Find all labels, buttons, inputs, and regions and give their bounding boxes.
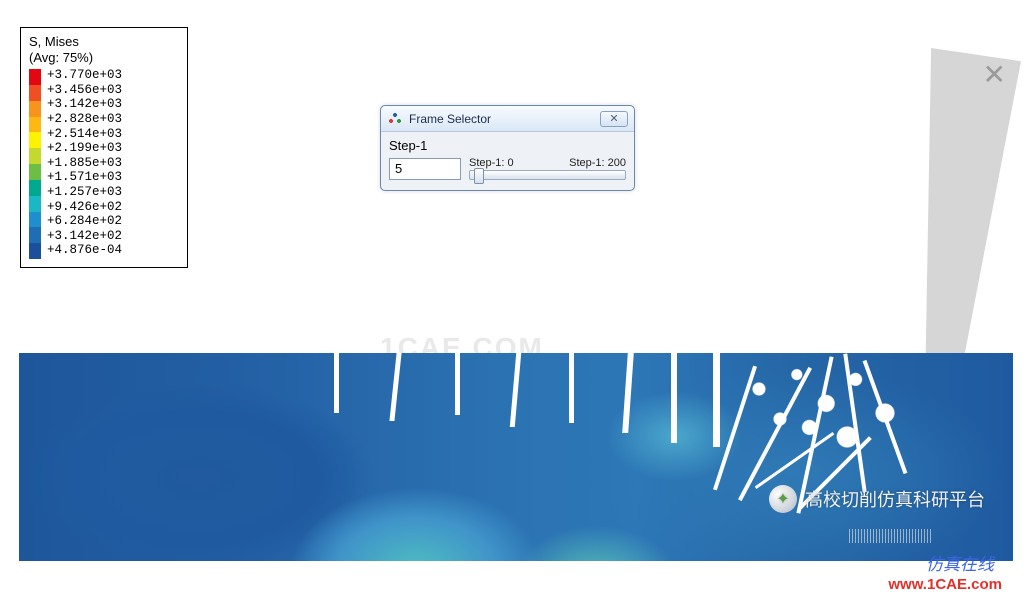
watermark-brand1: 仿真在线 bbox=[926, 550, 994, 575]
legend-box: S, Mises (Avg: 75%) +3.770e+03+3.456e+03… bbox=[20, 27, 188, 268]
frame-selector-title: Frame Selector bbox=[409, 112, 600, 126]
mesh-ticks bbox=[849, 529, 931, 543]
frame-number-input[interactable] bbox=[389, 158, 461, 180]
legend-value: +2.199e+03 bbox=[47, 142, 122, 157]
colorbar-segment bbox=[29, 164, 41, 180]
colorbar-segment bbox=[29, 132, 41, 148]
legend-value: +3.142e+02 bbox=[47, 230, 122, 245]
colorbar-segment bbox=[29, 212, 41, 228]
legend-value: +4.876e-04 bbox=[47, 244, 122, 259]
close-icon[interactable]: ✕ bbox=[600, 111, 628, 127]
tool-corner-mark: ✕ bbox=[983, 58, 1006, 91]
legend-value: +9.426e+02 bbox=[47, 201, 122, 216]
step-name-label: Step-1 bbox=[389, 138, 626, 153]
frame-selector-body: Step-1 Step-1: 0 Step-1: 200 bbox=[381, 132, 634, 190]
colorbar-segment bbox=[29, 243, 41, 259]
slider-end-label: Step-1: 200 bbox=[569, 157, 626, 169]
legend-value: +2.828e+03 bbox=[47, 113, 122, 128]
colorbar-segment bbox=[29, 148, 41, 164]
colorbar-segment bbox=[29, 180, 41, 196]
frame-slider-wrap: Step-1: 0 Step-1: 200 bbox=[469, 157, 626, 180]
legend-value: +6.284e+02 bbox=[47, 215, 122, 230]
watermark-brand2: www.1CAE.com bbox=[888, 576, 1002, 593]
colorbar-segment bbox=[29, 196, 41, 212]
crack bbox=[671, 353, 677, 443]
colorbar-segment bbox=[29, 101, 41, 117]
legend-value: +3.456e+03 bbox=[47, 84, 122, 99]
frame-selector-window[interactable]: Frame Selector ✕ Step-1 Step-1: 0 Step-1… bbox=[380, 105, 635, 191]
colorbar-segment bbox=[29, 117, 41, 133]
legend-value: +2.514e+03 bbox=[47, 128, 122, 143]
cutting-tool bbox=[876, 48, 1021, 378]
legend-colorbar bbox=[29, 69, 41, 259]
frame-slider[interactable] bbox=[469, 170, 626, 180]
legend-value: +3.142e+03 bbox=[47, 98, 122, 113]
legend-value: +1.885e+03 bbox=[47, 157, 122, 172]
watermark-label-text: 高校切削仿真科研平台 bbox=[805, 486, 985, 512]
legend-value: +1.257e+03 bbox=[47, 186, 122, 201]
colorbar-segment bbox=[29, 69, 41, 85]
stress-contour-plot[interactable]: ✦ 高校切削仿真科研平台 bbox=[19, 353, 1013, 561]
colorbar-segment bbox=[29, 227, 41, 243]
legend-value: +3.770e+03 bbox=[47, 69, 122, 84]
crack bbox=[622, 353, 634, 433]
crack bbox=[389, 353, 401, 421]
legend-value: +1.571e+03 bbox=[47, 171, 122, 186]
colorbar-segment bbox=[29, 85, 41, 101]
wechat-icon: ✦ bbox=[769, 485, 797, 513]
frame-selector-titlebar[interactable]: Frame Selector ✕ bbox=[381, 106, 634, 132]
watermark-label: ✦ 高校切削仿真科研平台 bbox=[769, 485, 985, 513]
crack bbox=[510, 353, 521, 427]
legend-variable-line1: S, Mises bbox=[29, 34, 179, 50]
slider-thumb-icon[interactable] bbox=[474, 168, 484, 184]
legend-value-labels: +3.770e+03+3.456e+03+3.142e+03+2.828e+03… bbox=[47, 69, 122, 259]
legend-variable-line2: (Avg: 75%) bbox=[29, 50, 179, 66]
crack bbox=[455, 353, 460, 415]
crack bbox=[569, 353, 574, 423]
app-icon bbox=[387, 111, 403, 127]
crack bbox=[334, 353, 339, 413]
